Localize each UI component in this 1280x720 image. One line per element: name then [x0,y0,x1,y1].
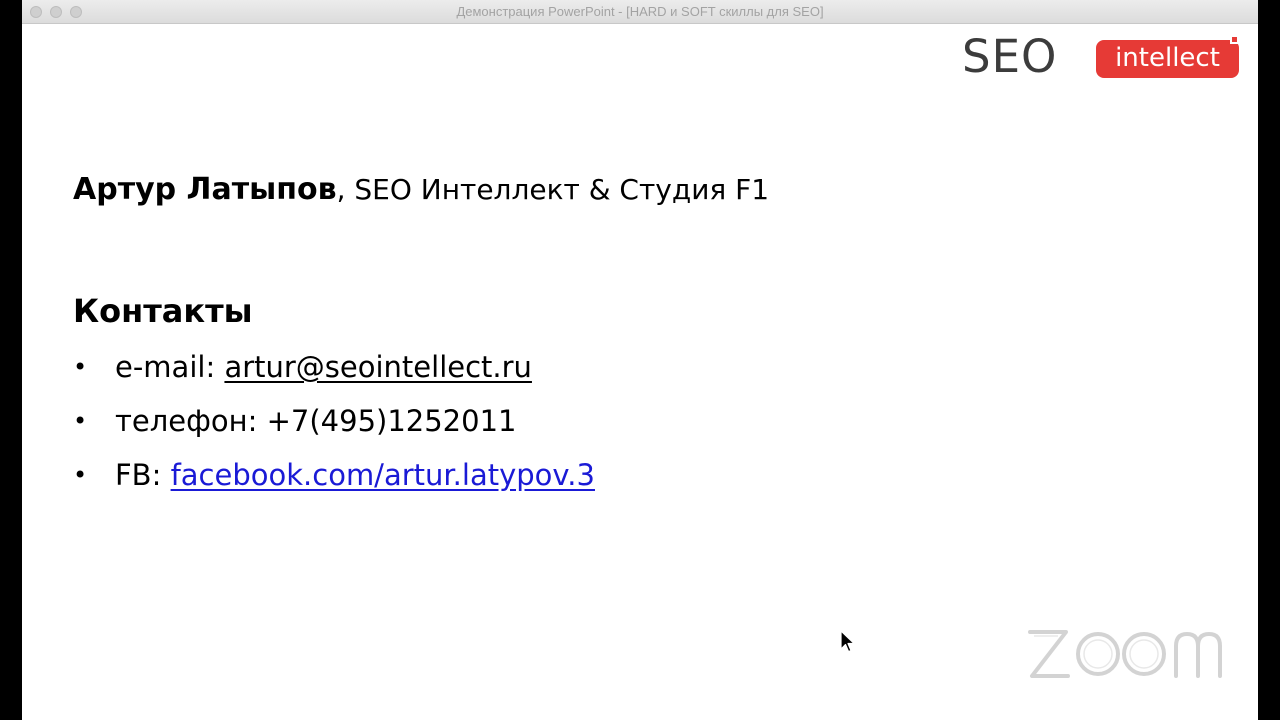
author-organization: , SEO Интеллект & Студия F1 [336,173,770,206]
contacts-heading: Контакты [73,292,253,330]
contact-email-text: e-mail: artur@seointellect.ru [115,346,532,388]
logo-corner-square [1230,35,1239,44]
logo-intellect-text: intellect [1115,43,1220,73]
powerpoint-window: Демонстрация PowerPoint - [HARD и SOFT с… [22,0,1258,720]
facebook-link[interactable]: facebook.com/artur.latypov.3 [171,458,595,492]
contact-phone-text: телефон: +7(495)1252011 [115,404,517,438]
email-link[interactable]: artur@seointellect.ru [224,350,532,384]
zoom-watermark-logo [1028,630,1222,678]
slide: SEO intellect Артур Латыпов, SEO Интелле… [22,24,1258,720]
bullet: • [73,461,88,489]
arrow-cursor-icon [840,630,855,653]
contact-email-label: e-mail: [115,350,225,384]
bullet: • [73,407,88,435]
contact-facebook-label: FB: [115,458,171,492]
logo-seo-text: SEO [962,30,1058,83]
bullet: • [73,353,88,381]
window-title: Демонстрация PowerPoint - [HARD и SOFT с… [456,4,824,19]
title-bar: Демонстрация PowerPoint - [HARD и SOFT с… [22,0,1258,24]
contact-facebook-text: FB: facebook.com/artur.latypov.3 [115,454,595,496]
logo-intellect-box: intellect [1096,40,1239,78]
author-line: Артур Латыпов, SEO Интеллект & Студия F1 [73,172,769,207]
author-name: Артур Латыпов [73,172,337,207]
seo-intellect-logo: SEO intellect [962,30,1242,83]
